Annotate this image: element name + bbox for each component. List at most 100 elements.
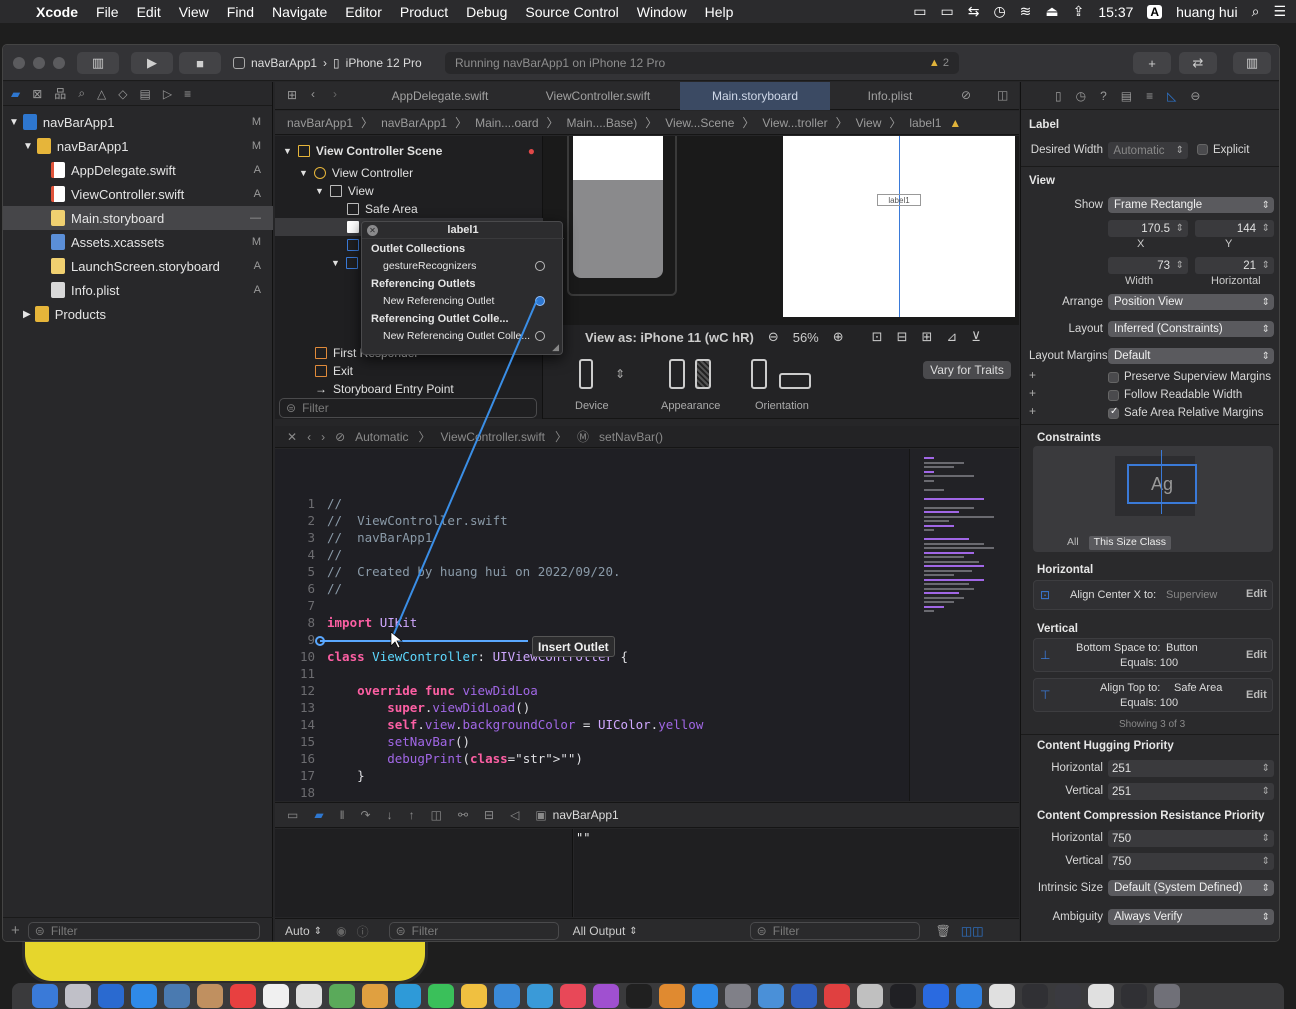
connections-icon[interactable]: ⊖ [1190, 89, 1200, 103]
info-icon[interactable]: ⓘ [357, 923, 369, 940]
source-control-icon[interactable]: ⊠ [32, 87, 42, 101]
dock-app-icon[interactable] [197, 984, 223, 1008]
nav-item-assets[interactable]: Assets.xcassets M [3, 230, 273, 254]
menu-view[interactable]: View [170, 4, 218, 20]
connection-ring-icon[interactable] [535, 295, 545, 306]
edit-button[interactable]: Edit [1246, 588, 1267, 600]
dock-app-icon[interactable] [461, 984, 487, 1008]
show-popup[interactable]: Frame Rectangle [1108, 197, 1274, 213]
memory-graph-icon[interactable]: ⚯ [458, 808, 468, 822]
code-line[interactable]: 5 // Created by huang hui on 2022/09/20. [275, 563, 909, 580]
zoom-out-icon[interactable]: ⊖ [768, 329, 779, 345]
trash-icon[interactable]: 🗑 [936, 924, 951, 938]
quick-help-icon[interactable]: ? [1100, 89, 1107, 103]
wifi-icon[interactable]: ≋ [1020, 3, 1032, 20]
add-variation-icon[interactable]: + [1029, 386, 1036, 400]
line-number[interactable]: 2 [275, 512, 315, 529]
constraint-center-x[interactable]: ⊡ Align Center X to: Superview Edit [1033, 580, 1273, 610]
code-line[interactable]: 12 override func viewDidLoa [275, 682, 909, 699]
jump-item[interactable]: label1 [909, 116, 941, 130]
outline-safe-area[interactable]: Safe Area [347, 200, 418, 218]
add-variation-icon[interactable]: + [1029, 404, 1036, 418]
disclosure-icon[interactable]: ▼ [283, 146, 292, 156]
jump-item[interactable]: ViewController.swift [441, 430, 545, 444]
attributes-icon[interactable]: ≡ [1146, 89, 1153, 103]
library-icon[interactable]: + [1133, 52, 1171, 74]
dock-app-icon[interactable] [956, 984, 982, 1008]
hug-vertical-field[interactable]: 251 [1108, 783, 1274, 800]
link-icon[interactable]: ⊘ [961, 88, 971, 102]
nav-item-project[interactable]: ▼ navBarApp1 M [3, 110, 273, 134]
dock-app-icon[interactable] [1022, 984, 1048, 1008]
menu-window[interactable]: Window [628, 4, 696, 20]
time-machine-icon[interactable]: ◷ [993, 3, 1005, 20]
dock-app-icon[interactable] [725, 984, 751, 1008]
symbol-icon[interactable]: 品 [54, 85, 66, 102]
code-line[interactable]: 18 [275, 784, 909, 801]
line-number[interactable]: 1 [275, 495, 315, 512]
line-number[interactable]: 5 [275, 563, 315, 580]
menu-file[interactable]: File [87, 4, 128, 20]
explicit-checkbox[interactable] [1197, 144, 1208, 155]
outline-entry-point[interactable]: → Storyboard Entry Point [315, 380, 454, 398]
safe-area-margins-checkbox[interactable] [1108, 406, 1119, 419]
edit-button[interactable]: Edit [1246, 689, 1267, 701]
close-window-button[interactable] [13, 57, 25, 69]
warning-badge[interactable]: ▲ 2 [929, 57, 949, 69]
hide-debug-icon[interactable]: ▭ [287, 808, 298, 822]
scheme-selector[interactable]: navBarApp1 › ▯ iPhone 12 Pro [233, 52, 422, 74]
nav-item-launchscreen[interactable]: LaunchScreen.storyboard A [3, 254, 273, 278]
debug-icon[interactable]: ▤ [140, 87, 151, 101]
menu-editor[interactable]: Editor [336, 4, 391, 20]
disclosure-icon[interactable]: ▼ [9, 117, 19, 128]
line-number[interactable]: 8 [275, 614, 315, 631]
dock-app-icon[interactable] [560, 984, 586, 1008]
teamviewer-icon[interactable]: ⇆ [968, 3, 980, 20]
y-field[interactable]: 144 [1195, 220, 1274, 237]
jump-item[interactable]: navBarApp1 [287, 116, 353, 130]
nav-item-viewcontroller[interactable]: ViewController.swift A [3, 182, 273, 206]
find-icon[interactable]: ⌕ [78, 86, 85, 101]
dock-app-icon[interactable] [692, 984, 718, 1008]
code-line[interactable]: 2 // ViewController.swift [275, 512, 909, 529]
popover-item-new-outlet[interactable]: New Referencing Outlet [362, 292, 564, 309]
code-line[interactable]: 17 } [275, 767, 909, 784]
connection-ring-icon[interactable] [535, 260, 545, 271]
menu-edit[interactable]: Edit [128, 4, 170, 20]
jump-item[interactable]: View [856, 116, 882, 130]
desired-width-field[interactable]: Automatic [1108, 142, 1188, 159]
dock-app-icon[interactable] [395, 984, 421, 1008]
tab-infoplist[interactable]: Info.plist [835, 82, 945, 110]
warning-icon[interactable]: ▲ [949, 116, 961, 130]
edit-button[interactable]: Edit [1246, 649, 1267, 661]
control-center-icon[interactable]: ☰ [1273, 3, 1286, 20]
pause-icon[interactable]: ‖ [340, 808, 345, 822]
dock-app-icon[interactable] [890, 984, 916, 1008]
navigator-filter-input[interactable]: ⊜ Filter [27, 921, 260, 940]
menu-find[interactable]: Find [218, 4, 263, 20]
line-number[interactable]: 3 [275, 529, 315, 546]
back-icon[interactable]: ‹ [311, 87, 315, 101]
console-filter-input[interactable]: ⊜ Filter [749, 922, 920, 940]
step-out-icon[interactable]: ↑ [409, 808, 415, 822]
dock-app-icon[interactable] [989, 984, 1015, 1008]
code-line[interactable]: 13 super.viewDidLoad() [275, 699, 909, 716]
resize-handle-icon[interactable]: ◢ [552, 342, 559, 353]
airplay-icon[interactable]: ▭ [940, 3, 953, 20]
dock-app-icon[interactable] [659, 984, 685, 1008]
variables-view[interactable] [275, 829, 573, 917]
line-number[interactable]: 12 [275, 682, 315, 699]
code-line[interactable]: 3 // navBarApp1 [275, 529, 909, 546]
dock-app-icon[interactable] [791, 984, 817, 1008]
view-hierarchy-icon[interactable]: ◫ [431, 808, 442, 822]
dock-app-icon[interactable] [428, 984, 454, 1008]
dock-app-icon[interactable] [65, 984, 91, 1008]
device-icon[interactable] [579, 359, 593, 389]
constraint-align-top[interactable]: ⊤ Align Top to: Safe Area Equals: 100 Ed… [1033, 678, 1273, 712]
menu-help[interactable]: Help [696, 4, 743, 20]
portrait-icon[interactable] [751, 359, 767, 389]
size-class-tab[interactable]: This Size Class [1088, 536, 1172, 550]
code-line[interactable]: 7 [275, 597, 909, 614]
nav-item-infoplist[interactable]: Info.plist A [3, 278, 273, 302]
intrinsic-popup[interactable]: Default (System Defined) [1108, 880, 1274, 896]
